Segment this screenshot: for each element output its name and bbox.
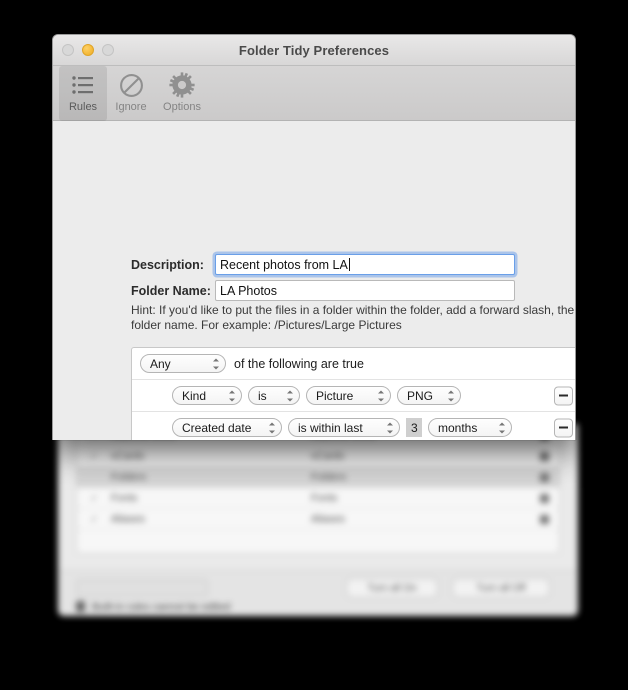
background-table-row: ✓ vCards vCards xyxy=(77,446,559,467)
prohibition-icon xyxy=(119,70,144,100)
lock-icon xyxy=(540,494,549,503)
rule-number-input[interactable]: 3 xyxy=(406,418,422,437)
background-row-col2: Folders xyxy=(311,471,511,483)
remove-rule-button[interactable] xyxy=(554,386,573,405)
gear-icon xyxy=(169,70,195,100)
background-row-checkbox: ✓ xyxy=(77,493,111,504)
tab-ignore-label: Ignore xyxy=(115,101,146,113)
description-value: Recent photos from LA xyxy=(220,258,348,272)
rule-operator-popup[interactable]: is xyxy=(248,386,300,405)
background-footer: Turn all On Turn all Off Built-in rules … xyxy=(58,570,578,616)
chevron-updown-icon xyxy=(498,422,505,433)
match-mode-popup[interactable]: Any xyxy=(140,354,226,373)
rule-unit-popup[interactable]: months xyxy=(428,418,512,437)
rule-operator-popup[interactable]: is within last xyxy=(288,418,400,437)
rule-unit-value: months xyxy=(438,421,477,435)
folder-name-value: LA Photos xyxy=(220,284,277,298)
tab-rules[interactable]: Rules xyxy=(59,66,107,121)
background-row-col2: Fonts xyxy=(311,492,511,504)
folder-name-label: Folder Name: xyxy=(131,284,215,298)
lock-icon xyxy=(76,601,85,612)
background-table-row: ✓ Fonts Fonts xyxy=(77,488,559,509)
rules-match-row: Any of the following are true xyxy=(132,348,576,380)
rule-buttons xyxy=(554,386,576,405)
chevron-updown-icon xyxy=(386,422,393,433)
background-row-col1: vCards xyxy=(111,450,311,462)
remove-rule-button[interactable] xyxy=(554,418,573,437)
turn-all-on-button: Turn all On xyxy=(346,578,438,598)
background-row-col2: Aliases xyxy=(311,513,511,525)
chevron-updown-icon xyxy=(268,422,275,433)
chevron-updown-icon xyxy=(212,358,219,369)
screen: ✓ Address Book Address Book ✓ vCards vCa… xyxy=(0,0,628,690)
lock-icon xyxy=(540,473,549,482)
background-segmented-control xyxy=(76,579,208,597)
background-row-col1: Fonts xyxy=(111,492,311,504)
rule-operator-value: is within last xyxy=(298,421,363,435)
rule-field-popup[interactable]: Created date xyxy=(172,418,282,437)
chevron-updown-icon xyxy=(377,390,384,401)
titlebar: Folder Tidy Preferences xyxy=(53,35,575,66)
window-title: Folder Tidy Preferences xyxy=(53,35,575,66)
rule-number-value: 3 xyxy=(411,421,418,435)
rule-row: Kind is Picture PNG xyxy=(132,380,576,412)
lock-icon xyxy=(540,515,549,524)
folder-name-row: Folder Name: LA Photos xyxy=(131,280,515,301)
dialog-content: Description: Recent photos from LA Folde… xyxy=(53,121,575,440)
rule-value: Picture xyxy=(316,389,353,403)
background-row-col1: Folders xyxy=(111,471,311,483)
toolbar: Rules Ignore xyxy=(53,66,575,121)
hint-text: Hint: If you'd like to put the files in … xyxy=(131,303,576,333)
rule-subvalue: PNG xyxy=(407,389,433,403)
background-table-row: Folders Folders xyxy=(77,467,559,488)
chevron-updown-icon xyxy=(228,390,235,401)
background-row-col1: Aliases xyxy=(111,513,311,525)
background-row-checkbox: ✓ xyxy=(77,514,111,525)
rule-field-value: Kind xyxy=(182,389,206,403)
rule-operator-value: is xyxy=(258,389,267,403)
rule-field-popup[interactable]: Kind xyxy=(172,386,242,405)
tab-rules-label: Rules xyxy=(69,101,97,113)
description-input[interactable]: Recent photos from LA xyxy=(215,254,515,275)
text-caret xyxy=(349,258,350,271)
folder-name-input[interactable]: LA Photos xyxy=(215,280,515,301)
tab-options[interactable]: Options xyxy=(155,66,209,121)
rule-buttons xyxy=(554,418,576,437)
match-text: of the following are true xyxy=(234,357,364,371)
description-row: Description: Recent photos from LA xyxy=(131,254,515,275)
rule-value-popup[interactable]: Picture xyxy=(306,386,391,405)
rules-box: Any of the following are true Kind xyxy=(131,347,576,440)
background-table-row: ✓ Aliases Aliases xyxy=(77,509,559,530)
background-row-checkbox: ✓ xyxy=(77,451,111,462)
rule-row: Created date is within last 3 months xyxy=(132,412,576,440)
chevron-updown-icon xyxy=(447,390,454,401)
lock-icon xyxy=(540,452,549,461)
description-label: Description: xyxy=(131,258,215,272)
rule-field-value: Created date xyxy=(182,421,251,435)
list-icon xyxy=(71,70,95,100)
chevron-updown-icon xyxy=(286,390,293,401)
match-mode-value: Any xyxy=(150,357,171,371)
background-note: Built-in rules cannot be edited xyxy=(92,601,230,613)
background-row-col2: vCards xyxy=(311,450,511,462)
rule-subvalue-popup[interactable]: PNG xyxy=(397,386,461,405)
turn-all-off-button: Turn all Off xyxy=(452,578,550,598)
tab-options-label: Options xyxy=(163,101,201,113)
preferences-dialog: Folder Tidy Preferences Rules xyxy=(52,34,576,440)
background-window: ✓ Address Book Address Book ✓ vCards vCa… xyxy=(58,424,578,616)
tab-ignore[interactable]: Ignore xyxy=(107,66,155,121)
background-rules-table: ✓ Address Book Address Book ✓ vCards vCa… xyxy=(76,424,560,554)
